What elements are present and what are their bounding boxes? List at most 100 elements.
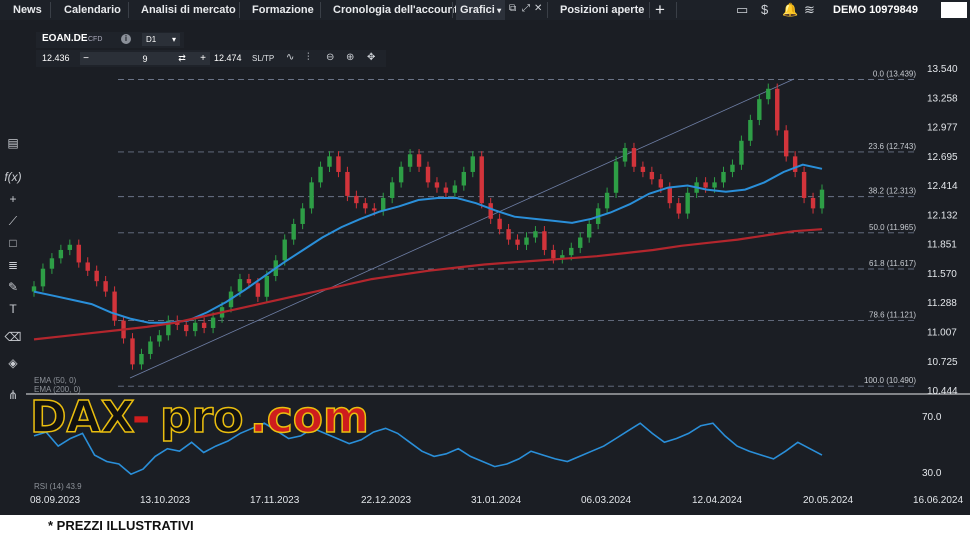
share-icon[interactable]: ⋔	[0, 388, 26, 402]
crosshair-icon[interactable]: +	[0, 192, 26, 206]
popout-icon[interactable]: ⧉	[509, 3, 516, 14]
date-axis-label: 12.04.2024	[692, 495, 742, 506]
eraser-icon[interactable]: ⌫	[0, 330, 26, 344]
nav-calendar[interactable]: Calendario	[64, 0, 121, 20]
text-icon[interactable]: T	[0, 302, 26, 316]
nav-news[interactable]: News	[13, 0, 42, 20]
account-info[interactable]: DEMO 10979849	[833, 0, 918, 20]
candle-body	[76, 244, 81, 263]
date-axis-label: 13.10.2023	[140, 495, 190, 506]
candle-body	[551, 249, 556, 259]
sell-price-button[interactable]: 12.436	[42, 52, 70, 65]
watermark-pro: pro	[160, 392, 243, 443]
candle-body	[237, 279, 243, 292]
decrease-quantity-button[interactable]: −	[80, 52, 92, 65]
ema-fast-label: EMA (50, 0)	[34, 376, 77, 385]
add-tab-icon[interactable]: +	[655, 0, 665, 20]
wave-icon[interactable]: ∿	[286, 51, 294, 65]
date-axis-label: 22.12.2023	[361, 495, 411, 506]
zoom-out-icon[interactable]: ⊖	[326, 51, 334, 65]
candle-body	[130, 338, 135, 365]
nav-divider	[649, 2, 650, 18]
layers-icon[interactable]: ◈	[0, 356, 26, 370]
dollar-icon[interactable]: $	[761, 1, 768, 19]
candle-body	[85, 262, 90, 271]
fibonacci-level-label: 0.0 (13.439)	[873, 70, 916, 79]
watermark-dash: -	[132, 392, 150, 443]
candle-body	[327, 156, 332, 167]
price-axis-label: 11.570	[927, 269, 957, 280]
candle-body	[748, 119, 753, 141]
date-axis-label: 08.09.2023	[30, 495, 80, 506]
nav-training[interactable]: Formazione	[252, 0, 314, 20]
candle-body	[613, 161, 619, 193]
instrument-type: CFD	[88, 36, 103, 43]
candle-body	[309, 182, 314, 209]
candle-body	[416, 154, 422, 167]
info-icon[interactable]: i	[121, 34, 131, 44]
account-type: DEMO	[833, 4, 866, 16]
candle-body	[667, 187, 672, 204]
candle-body	[282, 239, 287, 261]
candle-body	[443, 187, 449, 193]
nav-divider	[320, 2, 321, 18]
increase-quantity-button[interactable]: +	[197, 52, 209, 65]
candle-body	[354, 195, 359, 204]
candle-body	[586, 223, 592, 238]
indicator-icon[interactable]: ⫶	[307, 51, 310, 65]
candle-body	[372, 208, 377, 211]
chevron-down-icon: ▾	[494, 6, 502, 15]
close-tab-icon[interactable]: ✕	[534, 3, 542, 14]
candle-body	[757, 99, 762, 120]
buy-price-button[interactable]: 12.474	[214, 52, 242, 65]
price-chart[interactable]: 0.0 (13.439) 23.6 (12.743) 38.2 (12.313) 50…	[26, 20, 970, 515]
window-icon[interactable]: ▤	[0, 136, 26, 150]
watermark-dot-com: .com	[250, 392, 369, 443]
account-avatar[interactable]	[941, 2, 967, 18]
sltp-button[interactable]: SL/TP	[252, 52, 274, 65]
price-axis-label: 10.444	[927, 386, 958, 397]
candle-body	[569, 247, 574, 256]
nav-market-analysis[interactable]: Analisi di mercato	[141, 0, 236, 20]
watermark-logo: DAX - pro .com	[29, 391, 369, 444]
candle-body	[649, 171, 655, 180]
instrument-name[interactable]: EOAN.DE	[42, 33, 88, 44]
watermark-dax: DAX	[30, 392, 135, 443]
nav-open-positions[interactable]: Posizioni aperte	[560, 0, 644, 20]
candle-body	[775, 88, 780, 131]
line-icon[interactable]: ⟋	[0, 214, 26, 228]
price-axis-label: 13.540	[927, 64, 958, 75]
date-axis-label: 06.03.2024	[581, 495, 631, 506]
swap-icon[interactable]: ⇄	[176, 52, 188, 65]
candle-body	[345, 171, 350, 196]
timeframe-select[interactable]: D1 ▾	[142, 33, 180, 46]
date-axis-label: 20.05.2024	[803, 495, 853, 506]
rsi-label: RSI (14) 43.9	[34, 482, 82, 491]
quantity-field[interactable]	[80, 52, 210, 65]
tab-charts-label: Grafici	[460, 4, 495, 16]
candle-body	[730, 164, 735, 172]
candle-body	[184, 324, 189, 332]
candle-body	[58, 249, 64, 259]
zoom-in-icon[interactable]: ⊕	[346, 51, 354, 65]
candle-body	[533, 231, 538, 238]
candle-body	[739, 140, 744, 165]
window-icon[interactable]: ▭	[736, 1, 748, 19]
fibonacci-icon[interactable]: ≣	[0, 258, 26, 272]
date-axis-label: 31.01.2024	[471, 495, 521, 506]
rectangle-icon[interactable]: □	[0, 236, 26, 250]
fibonacci-retracement: 0.0 (13.439) 23.6 (12.743) 38.2 (12.313) 50…	[118, 70, 918, 387]
candle-body	[49, 258, 55, 269]
candle-body	[407, 154, 413, 167]
candle-body	[255, 283, 261, 297]
candle-body	[524, 237, 529, 245]
price-axis-label: 10.725	[927, 357, 958, 368]
function-icon[interactable]: f(x)	[0, 170, 26, 184]
tab-charts[interactable]: Grafici ▾	[456, 0, 506, 20]
bell-icon[interactable]: 🔔	[782, 1, 798, 19]
pencil-icon[interactable]: ✎	[0, 280, 26, 294]
candle-body	[103, 281, 108, 292]
move-icon[interactable]: ✥	[367, 51, 375, 65]
nav-account-history[interactable]: Cronologia dell'account	[333, 0, 458, 20]
detach-icon[interactable]: ⤢	[522, 3, 530, 14]
